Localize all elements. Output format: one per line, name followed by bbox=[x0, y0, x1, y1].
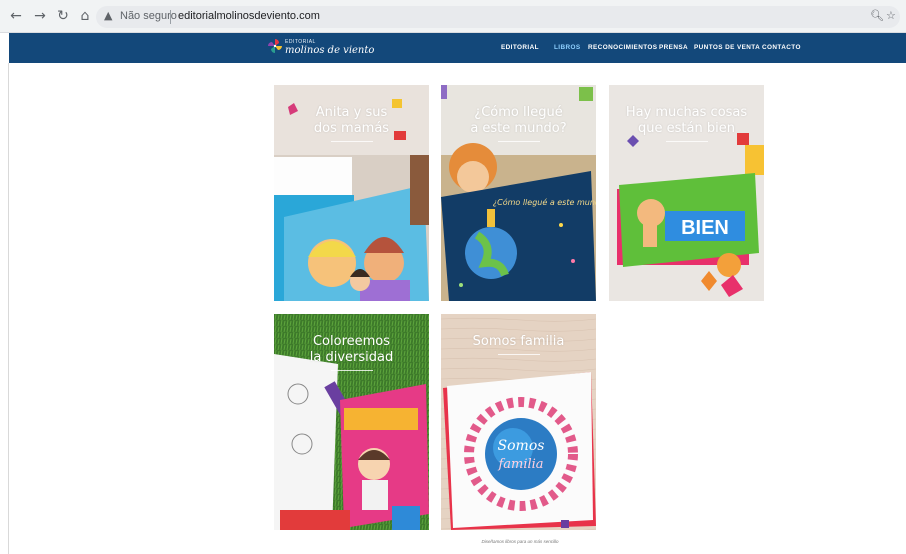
book-tile-coloreemos[interactable]: Coloreemos la diversidad bbox=[274, 314, 429, 530]
warning-triangle-icon[interactable]: ▲ bbox=[104, 9, 112, 22]
book-title-line1: ¿Cómo llegué bbox=[474, 105, 563, 120]
book-title-line1: Coloreemos bbox=[312, 334, 391, 349]
cover-text: BIEN bbox=[681, 217, 729, 239]
address-bar[interactable]: ▲ Não seguro editorialmolinosdeviento.co… bbox=[96, 6, 900, 28]
pinwheel-logo-icon bbox=[268, 39, 282, 53]
star-icon[interactable]: ☆ bbox=[886, 9, 896, 22]
page-left-border bbox=[8, 63, 9, 554]
site-logo[interactable]: EDITORIAL molinos de viento bbox=[267, 38, 374, 58]
menu-item-prensa[interactable]: PRENSA bbox=[659, 44, 688, 51]
book-title-line1: Hay muchas cosas bbox=[625, 105, 748, 120]
book-title-line2: a este mundo? bbox=[470, 121, 567, 136]
book-title-line2: dos mamás bbox=[313, 121, 390, 136]
svg-text:familia: familia bbox=[497, 457, 543, 472]
book-title-line2: que están bien bbox=[638, 121, 735, 136]
menu-item-editorial[interactable]: EDITORIAL bbox=[501, 44, 539, 51]
title-underline bbox=[498, 354, 540, 355]
title-underline bbox=[498, 141, 540, 142]
book-tile-anita[interactable]: Anita y sus dos mamás bbox=[274, 85, 429, 301]
menu-item-libros[interactable]: LIBROS bbox=[554, 44, 581, 51]
book-tile-somos-familia[interactable]: Somos familia Somos familia bbox=[441, 314, 596, 530]
menu-item-contacto[interactable]: CONTACTO bbox=[762, 44, 801, 51]
book-title-line2: la diversidad bbox=[309, 350, 394, 365]
url-text[interactable]: editorialmolinosdeviento.com bbox=[178, 10, 320, 22]
title-underline bbox=[331, 370, 373, 371]
forward-arrow-icon[interactable]: → bbox=[32, 8, 48, 24]
browser-toolbar: ← → ↻ ⌂ ▲ Não seguro editorialmolinosdev… bbox=[0, 0, 906, 33]
back-arrow-icon[interactable]: ← bbox=[8, 8, 24, 24]
book-title-line1: Anita y sus bbox=[315, 105, 388, 120]
menu-item-puntos-de-venta[interactable]: PUNTOS DE VENTA bbox=[694, 44, 760, 51]
menu-item-reconocimientos[interactable]: RECONOCIMIENTOS bbox=[588, 44, 657, 51]
cover-text: ¿Cómo llegué a este mundo? bbox=[493, 197, 596, 207]
reload-icon[interactable]: ↻ bbox=[55, 8, 71, 24]
logo-title: molinos de viento bbox=[285, 45, 375, 56]
site-header: EDITORIAL molinos de viento EDITORIAL LI… bbox=[9, 33, 906, 63]
footer-note: Diseñamos libros para un más sencillo bbox=[481, 539, 559, 544]
security-label[interactable]: Não seguro bbox=[120, 10, 177, 22]
book-tile-hay-muchas-cosas[interactable]: BIEN Hay muchas cosas que están bien bbox=[609, 85, 764, 301]
title-underline bbox=[331, 141, 373, 142]
omnibox-divider bbox=[170, 10, 171, 24]
svg-text:Somos: Somos bbox=[498, 438, 545, 454]
title-underline bbox=[666, 141, 708, 142]
book-tile-como-llegue[interactable]: ¿Cómo llegué a este mundo? ¿Cómo llegué … bbox=[441, 85, 596, 301]
book-title-line1: Somos familia bbox=[472, 334, 565, 349]
magnifier-icon[interactable]: 🔍︎ bbox=[870, 9, 884, 22]
home-icon[interactable]: ⌂ bbox=[77, 8, 93, 24]
